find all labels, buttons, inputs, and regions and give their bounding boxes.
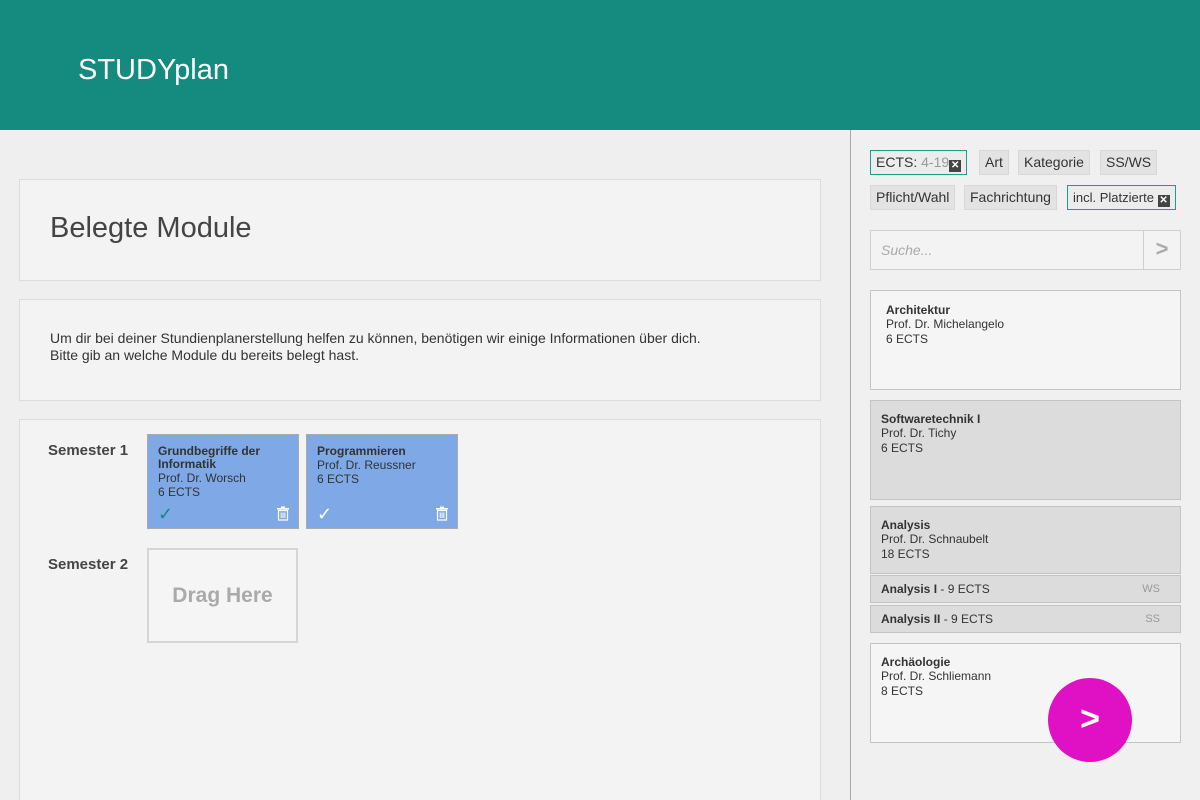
semester-2-label: Semester 2	[48, 556, 129, 573]
close-icon[interactable]: ✕	[1157, 195, 1170, 207]
check-icon: ✓	[158, 504, 174, 524]
module-name: Analysis	[881, 518, 931, 532]
filter-incl-platzierte[interactable]: incl. Platzierte ✕	[1067, 185, 1176, 210]
module-name: Archäologie	[881, 655, 951, 669]
module-professor: Prof. Dr. Schnaubelt	[881, 532, 989, 546]
filter-art[interactable]: Art	[979, 150, 1009, 175]
semester-1-label: Semester 1	[48, 442, 129, 459]
module-name: Softwaretechnik I	[881, 412, 981, 426]
info-line-1: Um dir bei deiner Stundienplanerstellung…	[50, 330, 701, 346]
main-content: Belegte Module Um dir bei deiner Stundie…	[0, 130, 850, 800]
info-text: Um dir bei deiner Stundienplanerstellung…	[50, 330, 701, 364]
semesters-panel: Semester 1 Grundbegriffe der Informatik …	[19, 419, 821, 800]
check-icon: ✓	[317, 504, 333, 524]
info-line-2: Bitte gib an welche Module du bereits be…	[50, 347, 359, 363]
module-list-item-analysis[interactable]: Analysis Prof. Dr. Schnaubelt 18 ECTS	[870, 506, 1181, 574]
title-panel: Belegte Module	[19, 179, 821, 281]
module-list-item-architektur[interactable]: Architektur Prof. Dr. Michelangelo 6 ECT…	[870, 290, 1181, 390]
page-title: Belegte Module	[50, 212, 252, 244]
module-name: Grundbegriffe der Informatik	[158, 444, 261, 471]
module-professor: Prof. Dr. Worsch	[158, 471, 246, 485]
module-card-grundbegriffe[interactable]: Grundbegriffe der Informatik Prof. Dr. W…	[147, 434, 299, 529]
filter-pflicht-wahl[interactable]: Pflicht/Wahl	[870, 185, 956, 210]
module-ects: 6 ECTS	[158, 485, 201, 499]
search-input[interactable]	[871, 231, 1144, 269]
module-name: Programmieren	[317, 444, 406, 458]
module-ects: 6 ECTS	[317, 472, 360, 486]
filter-range: 4-19	[921, 154, 950, 170]
module-professor: Prof. Dr. Schliemann	[881, 669, 992, 683]
module-ects: 8 ECTS	[881, 684, 924, 698]
submodule-name: Analysis II	[881, 612, 941, 626]
app-title[interactable]: STUDYplan	[78, 54, 229, 87]
info-panel: Um dir bei deiner Stundienplanerstellung…	[19, 299, 821, 401]
submodule-name: Analysis I	[881, 582, 938, 596]
filter-semester-type[interactable]: SS/WS	[1100, 150, 1158, 175]
submodule-row-analysis-1[interactable]: Analysis I - 9 ECTS WS	[870, 575, 1181, 603]
submodule-ects: - 9 ECTS	[940, 612, 994, 626]
trash-icon[interactable]	[435, 506, 449, 521]
submodule-row-analysis-2[interactable]: Analysis II - 9 ECTS SS	[870, 605, 1181, 633]
module-professor: Prof. Dr. Tichy	[881, 426, 957, 440]
module-card-programmieren[interactable]: Programmieren Prof. Dr. Reussner 6 ECTS …	[306, 434, 458, 529]
next-step-button[interactable]: >	[1048, 678, 1132, 762]
filter-ects[interactable]: ECTS: 4-19 ✕	[870, 150, 968, 175]
module-ects: 6 ECTS	[886, 332, 929, 346]
search-box: >	[870, 230, 1181, 270]
module-professor: Prof. Dr. Michelangelo	[886, 317, 1005, 331]
drop-zone[interactable]: Drag Here	[147, 548, 298, 643]
filter-label: incl. Platzierte	[1073, 190, 1154, 205]
module-ects: 18 ECTS	[881, 547, 930, 561]
filter-fachrichtung[interactable]: Fachrichtung	[964, 185, 1057, 210]
module-ects: 6 ECTS	[881, 441, 924, 455]
module-list-item-softwaretechnik[interactable]: Softwaretechnik I Prof. Dr. Tichy 6 ECTS	[870, 400, 1181, 500]
module-professor: Prof. Dr. Reussner	[317, 458, 416, 472]
submodule-term: SS	[1145, 613, 1160, 625]
app-header: STUDYplan	[0, 0, 1200, 130]
module-list-item-archaeologie[interactable]: Archäologie Prof. Dr. Schliemann 8 ECTS	[870, 643, 1181, 743]
filter-label: ECTS:	[876, 154, 918, 170]
module-sidebar: ECTS: 4-19 ✕ Art Kategorie SS/WS Pflicht/…	[850, 130, 1200, 800]
submodule-ects: - 9 ECTS	[937, 582, 990, 596]
close-icon[interactable]: ✕	[949, 160, 962, 172]
trash-icon[interactable]	[276, 506, 290, 521]
search-submit-button[interactable]: >	[1143, 231, 1180, 269]
module-name: Architektur	[886, 303, 951, 317]
filter-kategorie[interactable]: Kategorie	[1018, 150, 1090, 175]
submodule-term: WS	[1142, 583, 1160, 595]
